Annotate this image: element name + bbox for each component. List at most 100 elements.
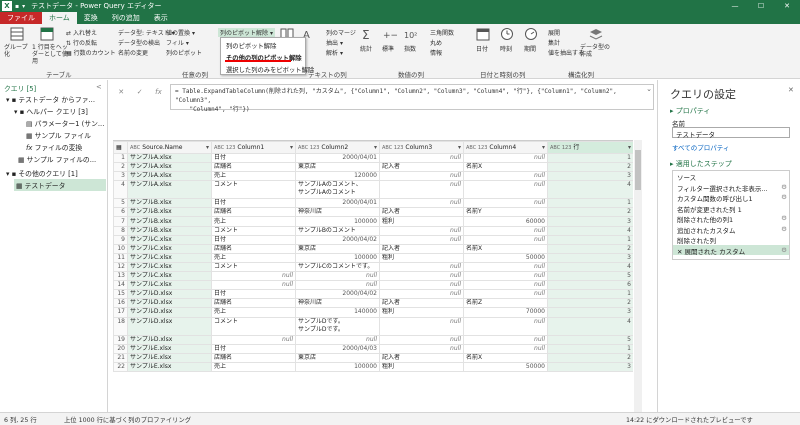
table-cell[interactable]: サンプルD.xlsx (127, 316, 212, 336)
column-header[interactable]: ABC 123 Column1 ▾ (211, 141, 296, 154)
rename-button[interactable]: 名前の変更 (118, 48, 148, 57)
table-cell[interactable]: null (463, 271, 548, 282)
table-row[interactable]: 16 サンプルD.xlsx 店舗名 神奈川店 記入者 名前Z 2 (113, 298, 633, 309)
statistics-button[interactable]: 統計 (360, 44, 372, 53)
table-row[interactable]: 15 サンプルD.xlsx 日付 2000/04/02 null null 1 (113, 289, 633, 300)
duration-button[interactable]: 期間 (524, 44, 536, 53)
table-cell[interactable]: サンプルE.xlsx (127, 352, 212, 363)
table-cell[interactable]: 東京店 (295, 162, 380, 173)
table-row[interactable]: 1 サンプルA.xlsx 日付 2000/04/01 null null 1 (113, 152, 633, 164)
scrollbar-thumb[interactable] (635, 150, 641, 190)
table-cell[interactable]: サンプルDです。 サンプルDです。 (295, 316, 380, 336)
table-row[interactable]: 4 サンプルA.xlsx コメント サンプルAのコメント、 サンプルAのコメント nul… (113, 180, 633, 200)
table-cell[interactable]: 粗利 (379, 307, 464, 318)
applied-step[interactable]: 名前が変更された列 1 (673, 203, 789, 214)
table-cell[interactable]: 2 (547, 207, 633, 218)
table-cell[interactable]: 100000 (295, 252, 380, 263)
tab-view[interactable]: 表示 (147, 12, 175, 24)
transpose-button[interactable]: ⇄ 入れ替え (66, 28, 97, 37)
table-cell[interactable]: 名前X (463, 352, 548, 363)
table-cell[interactable]: null (463, 334, 548, 345)
menu-item-unpivot[interactable]: 列のピボット解除 (226, 41, 276, 50)
table-cell[interactable]: 1 (547, 343, 633, 354)
table-row[interactable]: 11 サンプルC.xlsx 売上 100000 粗利 50000 3 (113, 252, 633, 263)
table-cell[interactable]: サンプルD.xlsx (127, 334, 212, 345)
table-cell[interactable]: 100000 (295, 361, 380, 372)
table-cell[interactable]: 粗利 (379, 216, 464, 227)
time-button[interactable]: 時刻 (500, 44, 512, 53)
status-profiling[interactable]: 上位 1000 行に基づく列のプロファイリング (64, 415, 191, 424)
maximize-button[interactable]: ☐ (748, 0, 774, 12)
tab-home[interactable]: ホーム (42, 12, 77, 24)
table-cell[interactable]: 4 (547, 180, 633, 200)
table-cell[interactable]: サンプルC.xlsx (127, 280, 212, 291)
extract-button[interactable]: 抽出 ▾ (326, 38, 343, 47)
count-rows-button[interactable]: ▦ 行数のカウント (66, 48, 116, 57)
table-cell[interactable]: 名前X (463, 243, 548, 254)
applied-step[interactable]: 削除された列 (673, 234, 789, 245)
table-cell[interactable]: null (211, 271, 296, 282)
table-cell[interactable]: 4 (547, 225, 633, 236)
table-cell[interactable]: サンプルA.xlsx (127, 162, 212, 173)
fx-button[interactable]: fx (155, 88, 162, 96)
query-item-sample-file[interactable]: ▦ サンプル ファイル (26, 130, 91, 140)
table-row[interactable]: 20 サンプルE.xlsx 日付 2000/04/03 null null 1 (113, 343, 633, 354)
table-cell[interactable]: 2000/04/01 (295, 152, 380, 164)
applied-step[interactable]: ✕ 展開された カスタム ⚙ (673, 244, 789, 255)
formula-input[interactable]: = Table.ExpandTableColumn(削除された列, "カスタム"… (170, 84, 654, 113)
column-header[interactable]: ABC 123 Column4 ▾ (463, 141, 548, 154)
table-cell[interactable]: 記入者 (379, 298, 464, 309)
table-cell[interactable]: 3 (547, 171, 633, 182)
applied-step[interactable]: ソース (673, 171, 789, 182)
table-cell[interactable]: null (295, 334, 380, 345)
applied-step[interactable]: 削除された他の列1 ⚙ (673, 213, 789, 224)
table-cell[interactable]: null (463, 225, 548, 236)
vertical-scrollbar[interactable] (634, 140, 642, 412)
table-cell[interactable]: 売上 (211, 252, 296, 263)
table-row[interactable]: 7 サンプルB.xlsx 売上 100000 粗利 60000 3 (113, 216, 633, 227)
table-cell[interactable]: サンプルA.xlsx (127, 180, 212, 200)
table-cell[interactable]: 2000/04/02 (295, 289, 380, 300)
table-cell[interactable]: サンプルB.xlsx (127, 216, 212, 227)
table-cell[interactable]: null (463, 180, 548, 200)
filter-dropdown-icon[interactable]: ▾ (206, 144, 209, 152)
table-cell[interactable]: 50000 (463, 361, 548, 372)
query-name-input[interactable]: テストデータ (672, 127, 790, 139)
fill-button[interactable]: フィル ▾ (166, 38, 189, 47)
table-cell[interactable]: サンプルC.xlsx (127, 252, 212, 263)
cancel-formula-button[interactable]: ✕ (118, 88, 124, 96)
table-row[interactable]: 17 サンプルD.xlsx 売上 140000 粗利 70000 3 (113, 307, 633, 318)
query-item-sample-transform[interactable]: ▦ サンプル ファイルの... (18, 154, 96, 164)
table-cell[interactable]: 日付 (211, 289, 296, 300)
pivot-column-button[interactable]: 列のピボット (166, 48, 202, 57)
table-cell[interactable]: null (463, 261, 548, 273)
table-cell[interactable]: サンプルB.xlsx (127, 207, 212, 218)
table-cell[interactable]: サンプルD.xlsx (127, 307, 212, 318)
table-cell[interactable]: 5 (547, 334, 633, 345)
minimize-button[interactable]: — (722, 0, 748, 12)
table-cell[interactable]: 4 (547, 261, 633, 273)
use-first-row-button[interactable]: 1 行目をヘッダーとして使用 (32, 44, 68, 65)
table-cell[interactable]: 70000 (463, 307, 548, 318)
table-cell[interactable]: 名前Z (463, 298, 548, 309)
column-header[interactable]: ABC 123 行 ▾ (547, 141, 633, 154)
table-row[interactable]: 13 サンプルC.xlsx null null null null 5 (113, 271, 633, 282)
table-cell[interactable]: 記入者 (379, 243, 464, 254)
table-cell[interactable]: 3 (547, 216, 633, 227)
table-row[interactable]: 18 サンプルD.xlsx コメント サンプルDです。 サンプルDです。 null nul… (113, 316, 633, 336)
table-cell[interactable]: 東京店 (295, 243, 380, 254)
table-cell[interactable]: 売上 (211, 216, 296, 227)
quick-access-chevron-icon[interactable]: ▾ (22, 3, 25, 10)
scientific-button[interactable]: 指数 (404, 44, 416, 53)
table-cell[interactable]: 3 (547, 252, 633, 263)
table-cell[interactable]: サンプルB.xlsx (127, 198, 212, 209)
table-cell[interactable]: null (379, 280, 464, 291)
column-header[interactable]: ABC 123 Column3 ▾ (379, 141, 464, 154)
query-group-helper[interactable]: ▾ ▪ ヘルパー クエリ [3] (14, 106, 88, 116)
filter-dropdown-icon[interactable]: ▾ (374, 144, 377, 152)
filter-dropdown-icon[interactable]: ▾ (542, 144, 545, 152)
filter-dropdown-icon[interactable]: ▾ (458, 144, 461, 152)
table-cell[interactable]: コメント (211, 225, 296, 236)
column-header[interactable]: ABC Source.Name ▾ (127, 141, 212, 154)
aggregate-button[interactable]: 集計 (548, 38, 560, 47)
